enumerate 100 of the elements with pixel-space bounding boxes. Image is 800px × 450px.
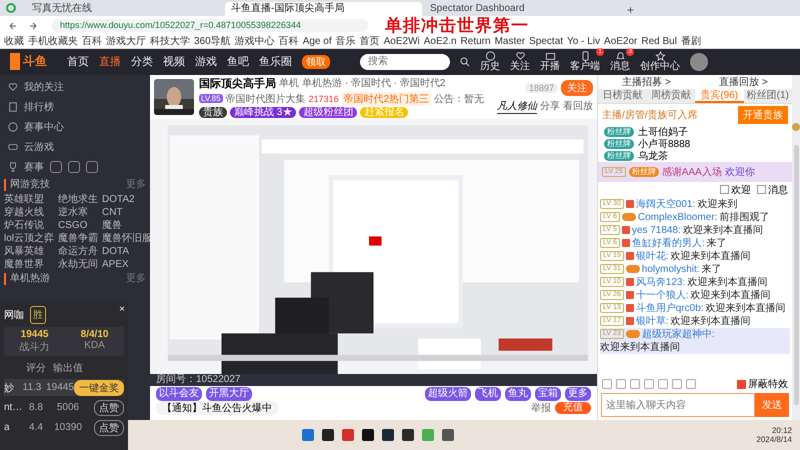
announcement[interactable]: 【通知】斗鱼公告火爆中 bbox=[156, 401, 278, 416]
nav-link[interactable]: 视频 bbox=[163, 54, 185, 70]
game-link[interactable]: APEX bbox=[102, 258, 152, 271]
chat-top-link[interactable]: 直播回放 > bbox=[719, 74, 768, 89]
game-link[interactable]: DOTA2 bbox=[102, 192, 152, 206]
game-link[interactable]: lol云顶之弈 bbox=[4, 232, 54, 245]
rank-tab[interactable]: 周榜贡献 bbox=[646, 88, 695, 103]
bookmark[interactable]: 百科 bbox=[82, 36, 102, 48]
streamer-name[interactable]: 帝国时代图片大集 bbox=[226, 92, 306, 106]
taskbar-app-icon[interactable] bbox=[322, 429, 334, 442]
replay-link[interactable]: 看回放 bbox=[563, 99, 593, 114]
activity-item[interactable]: 以斗会友 bbox=[156, 387, 202, 402]
gift-item[interactable]: 超级火箭 bbox=[425, 387, 471, 402]
browser-tab[interactable]: 写真无忧在线 bbox=[26, 2, 223, 16]
chat-username[interactable]: ComplexBloomer: bbox=[638, 210, 718, 224]
viewer-name[interactable]: 乌龙茶 bbox=[638, 148, 668, 163]
gift-item[interactable]: 飞机 bbox=[475, 387, 501, 402]
bookmark[interactable]: AoE2.n bbox=[424, 36, 457, 48]
game-link[interactable]: 绝地求生 bbox=[58, 192, 98, 206]
scrollbar[interactable] bbox=[794, 144, 799, 405]
bookmark[interactable]: 手机收藏夹 bbox=[28, 36, 78, 48]
chat-username[interactable]: 斗鱼用户qrc0b: bbox=[636, 302, 704, 315]
category-label[interactable]: 单机 bbox=[279, 76, 299, 90]
bookmark[interactable]: 收藏 bbox=[4, 36, 24, 48]
search-field[interactable]: 搜索 bbox=[360, 54, 450, 70]
event-badge[interactable]: 超级粉丝团 bbox=[299, 106, 358, 118]
header-action[interactable]: 关注 bbox=[510, 51, 530, 72]
chat-top-link[interactable]: 主播招募 > bbox=[622, 74, 671, 89]
bookmark[interactable]: 科技大学 bbox=[150, 36, 190, 48]
chat-username[interactable]: yes 71848: bbox=[632, 224, 681, 237]
game-link[interactable]: CNT bbox=[102, 206, 152, 219]
sidebar-item[interactable]: 排行榜 bbox=[0, 96, 150, 117]
rank-tab[interactable]: 粉丝团(1) bbox=[744, 88, 792, 103]
game-link[interactable]: 英雄联盟 bbox=[4, 192, 54, 206]
game-link[interactable]: 逆水寒 bbox=[58, 206, 98, 219]
bookmark[interactable]: AoE2or bbox=[604, 36, 638, 48]
effects-checkbox[interactable]: 屏蔽特效 bbox=[737, 377, 788, 392]
gift-item[interactable]: 宝箱 bbox=[535, 387, 561, 402]
address-field[interactable]: https://www.douyu.com/10522027_r=0.48710055398226344 bbox=[52, 19, 368, 32]
chat-username[interactable]: holymolyshit: bbox=[642, 262, 700, 276]
close-button[interactable]: × bbox=[119, 304, 125, 315]
chat-username[interactable]: 银叶花: bbox=[636, 250, 669, 263]
browser-tab[interactable]: 斗鱼直播-国际顶尖高手局 bbox=[225, 2, 422, 16]
sidebar-label[interactable]: 赛事 bbox=[24, 160, 44, 174]
chat-username[interactable]: 银叶草: bbox=[636, 314, 669, 328]
nav-link[interactable]: 直播 bbox=[99, 54, 121, 70]
header-action[interactable]: 创作中心 bbox=[640, 51, 680, 72]
nav-link[interactable]: 首页 bbox=[67, 54, 89, 70]
avatar-icon[interactable] bbox=[690, 52, 708, 71]
game-link[interactable]: CSGO bbox=[58, 218, 98, 232]
like-button[interactable]: 点赞 bbox=[94, 420, 124, 436]
gift-item[interactable]: 鱼丸 bbox=[505, 387, 531, 402]
sidebar-item[interactable]: 赛事中心 bbox=[0, 116, 150, 137]
nav-link[interactable]: 鱼吧 bbox=[227, 54, 249, 70]
chat-username[interactable]: 超级玩家超神中: bbox=[642, 328, 715, 341]
sidebar-item[interactable]: 云游戏 bbox=[0, 136, 150, 157]
bookmark[interactable]: Age of bbox=[302, 36, 332, 48]
filter-checkbox[interactable]: 消息 bbox=[757, 182, 788, 197]
event-badge[interactable]: 贵族 bbox=[199, 106, 227, 118]
sidebar-item[interactable]: 我的关注 bbox=[0, 76, 150, 97]
bookmark[interactable]: Return bbox=[460, 36, 491, 48]
gift-item[interactable]: 更多 bbox=[565, 387, 591, 402]
browser-tab[interactable]: Spectator Dashboard bbox=[424, 2, 621, 16]
like-button[interactable]: 一键金奖 bbox=[74, 380, 124, 396]
breadcrumb[interactable]: 单机热游 · 帝国时代 · 帝国时代2 bbox=[302, 76, 446, 90]
game-link[interactable]: 魔兽争霸 bbox=[58, 232, 98, 245]
bookmark[interactable]: 首页 bbox=[360, 36, 380, 48]
game-link[interactable]: DOTA bbox=[102, 244, 152, 258]
chat-username[interactable]: 风马奔123: bbox=[636, 276, 686, 289]
bookmark[interactable]: AoE2Wi bbox=[384, 36, 420, 48]
nav-link[interactable]: 鱼乐圈 bbox=[259, 54, 292, 70]
taskbar-app-icon[interactable] bbox=[402, 429, 414, 442]
event-badge[interactable]: 巅峰挑战 3★ bbox=[230, 106, 296, 118]
bookmark[interactable]: 番剧 bbox=[680, 36, 701, 48]
game-link[interactable]: 永劫无间 bbox=[58, 258, 98, 271]
game-link[interactable]: 风暴英雄 bbox=[4, 244, 54, 258]
nav-link[interactable]: 游戏 bbox=[195, 54, 217, 70]
game-link[interactable]: 穿越火线 bbox=[4, 206, 54, 219]
share-link[interactable]: 分享 bbox=[540, 99, 560, 114]
header-action[interactable]: 历史 bbox=[480, 51, 500, 72]
nav-link[interactable]: 分类 bbox=[131, 54, 153, 70]
chat-input[interactable]: 这里输入聊天内容 bbox=[601, 393, 755, 418]
rank-tab[interactable]: 日榜贡献 bbox=[598, 88, 646, 103]
bookmark[interactable]: Master bbox=[494, 36, 526, 48]
chat-username[interactable]: 鱼缸好看的男人: bbox=[632, 236, 705, 250]
bookmark[interactable]: 百科 bbox=[278, 36, 299, 48]
like-button[interactable]: 点赞 bbox=[94, 400, 124, 416]
new-tab-button[interactable]: + bbox=[623, 4, 638, 16]
viewer-name[interactable]: 土哥伯妈子 bbox=[638, 124, 688, 139]
bookmark[interactable]: Spectat bbox=[529, 36, 564, 48]
game-link[interactable]: 魔兽世界 bbox=[4, 258, 54, 271]
filter-checkbox[interactable]: 欢迎 bbox=[720, 182, 751, 197]
taskbar-app-icon[interactable] bbox=[382, 429, 394, 442]
bookmark[interactable]: Yo - Liv bbox=[567, 36, 600, 48]
game-link[interactable]: 命运方舟 bbox=[58, 244, 98, 258]
report-link[interactable]: 举报 bbox=[531, 401, 551, 416]
chat-username[interactable]: 十一个狼人: bbox=[636, 288, 689, 302]
game-link[interactable]: 炉石传说 bbox=[4, 218, 54, 232]
taskbar-app-icon[interactable] bbox=[362, 429, 374, 442]
bookmark[interactable]: 游戏大厅 bbox=[106, 36, 146, 48]
